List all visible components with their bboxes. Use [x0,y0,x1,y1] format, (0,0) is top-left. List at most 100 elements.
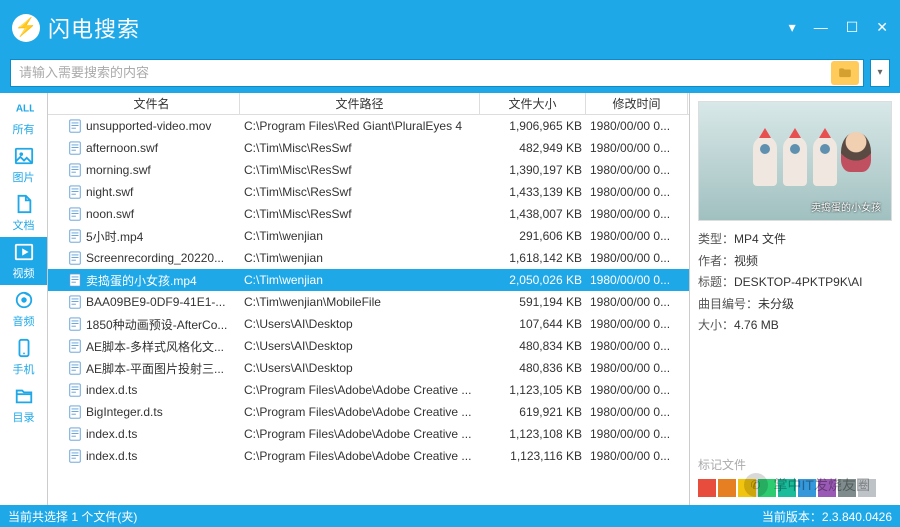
table-row[interactable]: unsupported-video.movC:\Program Files\Re… [48,115,689,137]
sidebar-item-all[interactable]: ALL 所有 [0,93,47,141]
table-row[interactable]: afternoon.swfC:\Tim\Misc\ResSwf482,949 K… [48,137,689,159]
file-panel: 文件名 文件路径 文件大小 修改时间 unsupported-video.mov… [48,93,690,505]
cell-path: C:\Tim\wenjian [240,273,480,287]
cell-path: C:\Tim\Misc\ResSwf [240,141,480,155]
tag-swatch[interactable] [758,479,776,497]
file-icon [68,163,82,177]
table-row[interactable]: 1850种动画预设-AfterCo...C:\Users\AI\Desktop1… [48,313,689,335]
tag-swatch[interactable] [778,479,796,497]
table-row[interactable]: index.d.tsC:\Program Files\Adobe\Adobe C… [48,423,689,445]
cell-name: Screenrecording_20220... [64,251,240,265]
sidebar-item-label: 目录 [13,409,35,425]
col-name[interactable]: 文件名 [64,93,240,114]
tag-swatch[interactable] [818,479,836,497]
tag-swatch[interactable] [798,479,816,497]
search-box [10,59,864,87]
cell-path: C:\Users\AI\Desktop [240,339,480,353]
table-row[interactable]: night.swfC:\Tim\Misc\ResSwf1,433,139 KB1… [48,181,689,203]
preview-thumbnail: 卖捣蛋的小女孩 [698,101,892,221]
cell-path: C:\Tim\wenjian [240,229,480,243]
preview-caption: 卖捣蛋的小女孩 [811,199,881,214]
cell-name: AE脚本-多样式风格化文... [64,338,240,355]
cell-size: 1,123,105 KB [480,383,586,397]
chevron-down-icon[interactable]: ▾ [870,59,890,87]
table-row[interactable]: index.d.tsC:\Program Files\Adobe\Adobe C… [48,445,689,467]
cell-name: noon.swf [64,207,240,221]
table-row[interactable]: Screenrecording_20220...C:\Tim\wenjian1,… [48,247,689,269]
meta-track-label: 曲目编号： [698,294,758,316]
tag-swatch[interactable] [838,479,856,497]
cell-date: 1980/00/00 0... [586,229,688,243]
cell-path: C:\Tim\Misc\ResSwf [240,185,480,199]
meta-size-value: 4.76 MB [734,315,779,337]
tag-hint: 标记文件 [698,456,892,473]
sidebar-item-audio[interactable]: 音频 [0,285,47,333]
file-icon [68,361,82,375]
tag-swatch[interactable] [698,479,716,497]
cell-name: AE脚本-平面图片投射三... [64,360,240,377]
status-right: 当前版本：2.3.840.0426 [762,508,892,525]
table-row[interactable]: index.d.tsC:\Program Files\Adobe\Adobe C… [48,379,689,401]
cell-size: 1,906,965 KB [480,119,586,133]
sidebar-item-folder[interactable]: 目录 [0,381,47,429]
cell-size: 2,050,026 KB [480,273,586,287]
sidebar-item-label: 所有 [13,121,35,137]
cell-path: C:\Tim\Misc\ResSwf [240,207,480,221]
table-row[interactable]: BigInteger.d.tsC:\Program Files\Adobe\Ad… [48,401,689,423]
file-icon [68,295,82,309]
cell-size: 1,123,116 KB [480,449,586,463]
dropdown-icon[interactable]: ▾ [789,19,796,36]
file-list[interactable]: unsupported-video.movC:\Program Files\Re… [48,115,689,505]
cell-name: index.d.ts [64,427,240,441]
file-icon [68,273,82,287]
table-row[interactable]: noon.swfC:\Tim\Misc\ResSwf1,438,007 KB19… [48,203,689,225]
all-icon: ALL [13,97,35,119]
preview-panel: 卖捣蛋的小女孩 类型：MP4 文件 作者：视频 标题：DESKTOP-4PKTP… [690,93,900,505]
table-row[interactable]: morning.swfC:\Tim\Misc\ResSwf1,390,197 K… [48,159,689,181]
col-size[interactable]: 文件大小 [480,93,586,114]
maximize-button[interactable]: ☐ [846,19,859,36]
sidebar-item-label: 图片 [13,169,35,185]
cell-date: 1980/00/00 0... [586,207,688,221]
svg-text:ALL: ALL [15,104,33,115]
doc-icon [13,193,35,215]
sidebar-item-phone[interactable]: 手机 [0,333,47,381]
tag-swatch[interactable] [718,479,736,497]
cell-path: C:\Program Files\Red Giant\PluralEyes 4 [240,119,480,133]
file-metadata: 类型：MP4 文件 作者：视频 标题：DESKTOP-4PKTP9K\AI 曲目… [698,229,892,337]
sidebar-item-video[interactable]: 视频 [0,237,47,285]
close-button[interactable]: ✕ [876,19,888,36]
app-logo: ⚡ 闪电搜索 [12,12,140,44]
phone-icon [13,337,35,359]
folder-icon[interactable] [831,61,859,85]
table-row[interactable]: 5小时.mp4C:\Tim\wenjian291,606 KB1980/00/0… [48,225,689,247]
minimize-button[interactable]: — [814,19,828,36]
lightning-icon: ⚡ [12,14,40,42]
cell-name: index.d.ts [64,449,240,463]
sidebar-item-image[interactable]: 图片 [0,141,47,189]
cell-path: C:\Tim\wenjian [240,251,480,265]
tag-swatches [698,479,892,497]
cell-size: 107,644 KB [480,317,586,331]
sidebar-item-doc[interactable]: 文档 [0,189,47,237]
sidebar-item-label: 文档 [13,217,35,233]
file-icon [68,119,82,133]
cell-path: C:\Users\AI\Desktop [240,317,480,331]
cell-path: C:\Tim\wenjian\MobileFile [240,295,480,309]
cell-name: afternoon.swf [64,141,240,155]
cell-name: night.swf [64,185,240,199]
meta-track-value: 未分级 [758,294,794,316]
col-date[interactable]: 修改时间 [586,93,688,114]
tag-swatch[interactable] [858,479,876,497]
file-icon [68,317,82,331]
search-input[interactable] [11,65,831,80]
col-path[interactable]: 文件路径 [240,93,480,114]
table-row[interactable]: AE脚本-平面图片投射三...C:\Users\AI\Desktop480,83… [48,357,689,379]
cell-path: C:\Tim\Misc\ResSwf [240,163,480,177]
table-row[interactable]: AE脚本-多样式风格化文...C:\Users\AI\Desktop480,83… [48,335,689,357]
tag-swatch[interactable] [738,479,756,497]
table-row[interactable]: 卖捣蛋的小女孩.mp4C:\Tim\wenjian2,050,026 KB198… [48,269,689,291]
cell-size: 1,433,139 KB [480,185,586,199]
table-row[interactable]: BAA09BE9-0DF9-41E1-...C:\Tim\wenjian\Mob… [48,291,689,313]
meta-size-label: 大小： [698,315,734,337]
